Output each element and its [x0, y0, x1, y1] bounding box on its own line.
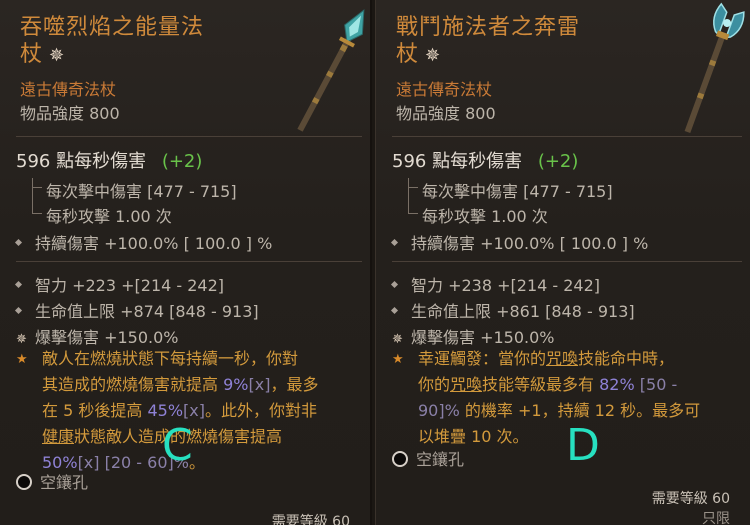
- stat-crit: 爆擊傷害 +150.0%: [411, 328, 555, 347]
- tooltip-panel-d: 戰鬥施法者之奔雷 杖 ✵ 遠古傳奇法杖 物品強度 800 596 點每秒傷害 (+…: [375, 0, 750, 525]
- socket-label: 空鑲孔: [416, 450, 465, 469]
- stat-life-row: 生命值上限 +874 [848 - 913]: [14, 298, 259, 322]
- dps-line: 596 點每秒傷害 (+2): [16, 147, 202, 173]
- item-type: 遠古傳奇法杖: [20, 80, 117, 99]
- item-title: 吞噬烈焰之能量法 杖 ✵: [20, 14, 260, 69]
- stat-crit-row: ✵ 爆擊傷害 +150.0%: [392, 324, 555, 348]
- required-level: 需要等級 60: [651, 491, 730, 507]
- ancient-flower-icon: ✵: [425, 45, 442, 66]
- star-icon: ★: [16, 352, 28, 367]
- attacks-per-second: 每秒攻擊 1.00 次: [46, 207, 172, 226]
- account-bound: 只限: [702, 511, 730, 525]
- ancient-flower-icon: ✵: [49, 45, 66, 66]
- ancient-flower-icon: ✵: [392, 332, 403, 347]
- damage-per-hit: 每次擊中傷害 [477 - 715]: [46, 182, 237, 201]
- stat-int: 智力 +238 +[214 - 242]: [411, 276, 601, 295]
- damage-per-hit: 每次擊中傷害 [477 - 715]: [422, 182, 613, 201]
- dps-value: 596 點每秒傷害: [392, 151, 523, 172]
- stat-crit-row: ✵ 爆擊傷害 +150.0%: [16, 324, 179, 348]
- dps-delta: (+2): [537, 151, 579, 172]
- dot-damage-row: 持續傷害 +100.0% [ 100.0 ] %: [390, 230, 649, 254]
- dot-damage: 持續傷害 +100.0% [ 100.0 ] %: [411, 234, 649, 253]
- divider: [392, 136, 742, 137]
- divider: [16, 261, 362, 262]
- divider: [392, 261, 742, 262]
- item-power: 物品強度 800: [20, 104, 120, 123]
- stat-life: 生命值上限 +874 [848 - 913]: [35, 302, 259, 321]
- diamond-icon: [14, 238, 23, 247]
- dps-value: 596 點每秒傷害: [16, 151, 147, 172]
- item-title: 戰鬥施法者之奔雷 杖 ✵: [396, 14, 636, 69]
- empty-socket-icon: [392, 450, 408, 467]
- item-title-line2: 杖: [20, 42, 44, 67]
- empty-socket-icon: [16, 473, 32, 490]
- overlay-label-d: D: [566, 420, 600, 471]
- stat-life-row: 生命值上限 +861 [848 - 913]: [390, 298, 635, 322]
- stat-int-row: 智力 +238 +[214 - 242]: [390, 272, 601, 296]
- tree-branch: [408, 213, 418, 214]
- item-power: 物品強度 800: [396, 104, 496, 123]
- stat-int-row: 智力 +223 +[214 - 242]: [14, 272, 225, 296]
- stat-life: 生命值上限 +861 [848 - 913]: [411, 302, 635, 321]
- dps-line: 596 點每秒傷害 (+2): [392, 147, 578, 173]
- item-title-line2: 杖: [396, 42, 420, 67]
- dps-delta: (+2): [161, 151, 203, 172]
- tree-line: [408, 178, 419, 214]
- diamond-icon: [14, 280, 23, 289]
- stat-int: 智力 +223 +[214 - 242]: [35, 276, 225, 295]
- legendary-aspect-text: 敵人在燃燒狀態下每持續一秒，你對 其造成的燃燒傷害就提高 9%[x]，最多 在 …: [42, 349, 319, 472]
- diamond-icon: [390, 306, 399, 315]
- star-icon: ★: [392, 352, 404, 367]
- divider: [16, 136, 362, 137]
- ancient-flower-icon: ✵: [16, 332, 27, 347]
- socket-row: 空鑲孔: [16, 469, 88, 493]
- tree-branch: [32, 213, 42, 214]
- diamond-icon: [14, 306, 23, 315]
- staff-weapon-icon: [297, 9, 365, 132]
- item-title-line1: 戰鬥施法者之奔雷: [396, 15, 581, 40]
- dot-damage: 持續傷害 +100.0% [ 100.0 ] %: [35, 234, 273, 253]
- stat-crit: 爆擊傷害 +150.0%: [35, 328, 179, 347]
- item-type: 遠古傳奇法杖: [396, 80, 493, 99]
- tree-line: [32, 178, 43, 214]
- tree-branch: [32, 187, 42, 188]
- attacks-per-second: 每秒攻擊 1.00 次: [422, 207, 548, 226]
- required-level: 需要等級 60: [271, 514, 350, 525]
- item-title-line1: 吞噬烈焰之能量法: [20, 15, 205, 40]
- tree-branch: [408, 187, 418, 188]
- socket-label: 空鑲孔: [40, 473, 89, 492]
- staff-weapon-icon: [684, 2, 745, 134]
- dot-damage-row: 持續傷害 +100.0% [ 100.0 ] %: [14, 230, 273, 254]
- tooltip-panel-c: 吞噬烈焰之能量法 杖 ✵ 遠古傳奇法杖 物品強度 800 596 點每秒傷害 (+…: [0, 0, 372, 525]
- diamond-icon: [390, 238, 399, 247]
- overlay-label-c: C: [162, 420, 193, 471]
- diamond-icon: [390, 280, 399, 289]
- socket-row: 空鑲孔: [392, 446, 464, 470]
